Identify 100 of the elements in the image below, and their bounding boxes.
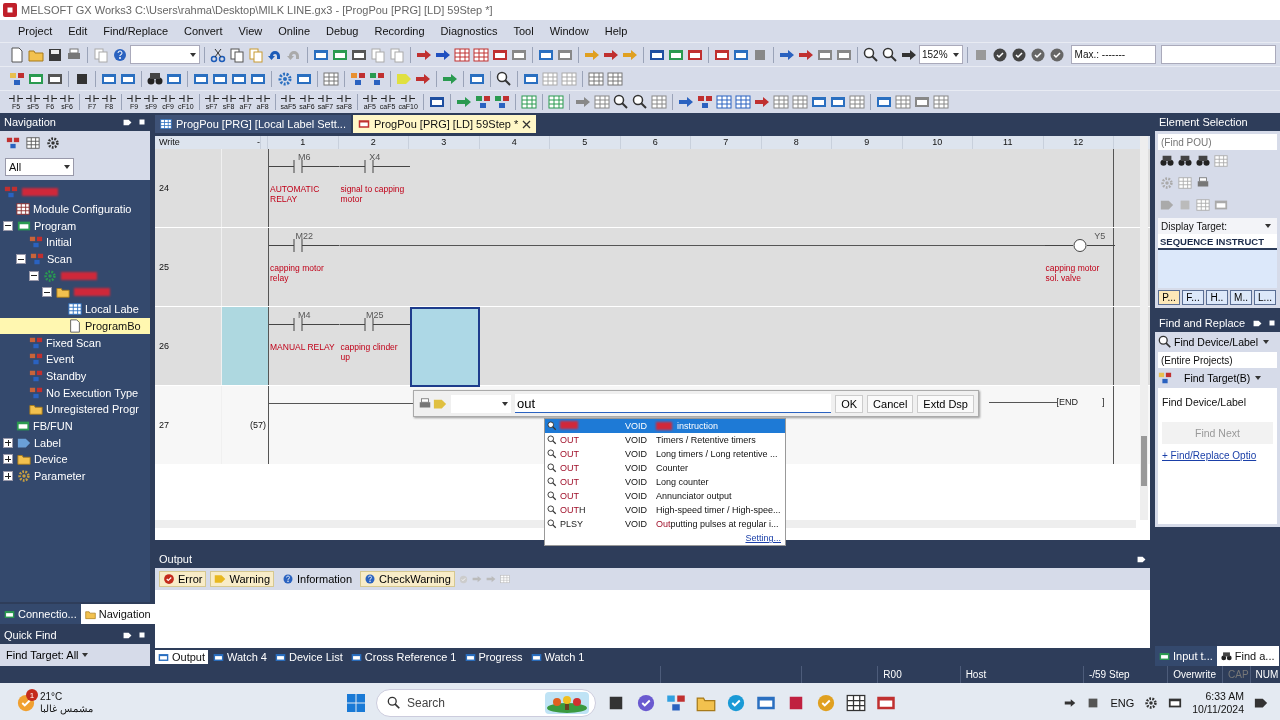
language-indicator[interactable]: ENG	[1110, 697, 1135, 709]
output-tab[interactable]: Output	[155, 650, 209, 664]
settings-link[interactable]: Setting...	[745, 533, 781, 543]
tree-item[interactable]: No Execution Type	[0, 384, 150, 401]
options-link[interactable]: + Find/Replace Optio	[1162, 450, 1273, 461]
tree-item[interactable]: Standby	[0, 367, 150, 385]
temperature: 21°C	[40, 691, 64, 703]
suggestion-item[interactable]: OUTH VOID High-speed timer / High-spee...	[545, 503, 785, 517]
menu-item[interactable]: Project	[10, 25, 61, 37]
device-comment: capping motor relay	[270, 263, 325, 283]
suggestion-item[interactable]: OUT VOID Counter	[545, 461, 785, 475]
editor-tab[interactable]: ProgPou [PRG] [LD] 59Step *	[353, 115, 537, 133]
device-comment: capping motor sol. valve	[1045, 263, 1101, 283]
suggestion-item[interactable]: OUT VOID Timers / Retentive timers	[545, 433, 785, 447]
menu-item[interactable]: Debug	[318, 25, 367, 37]
tree-item[interactable]: Fixed Scan	[0, 334, 150, 351]
category-tab[interactable]: P...	[1158, 290, 1180, 305]
dialog-button[interactable]: Cancel	[867, 394, 914, 413]
category-tab[interactable]: L...	[1254, 290, 1276, 305]
display-target-dropdown[interactable]: Display Target:	[1158, 218, 1277, 234]
status-text: R00	[883, 669, 902, 680]
tree-item[interactable]: Device	[0, 451, 150, 468]
output-tab[interactable]: Device List	[272, 650, 346, 664]
menu-item[interactable]: Edit	[60, 25, 96, 37]
row-number: 26	[159, 341, 169, 351]
zoom-dropdown[interactable]: 152%	[919, 45, 963, 64]
tree-item[interactable]: Label	[0, 434, 150, 451]
status-text: Host	[965, 669, 987, 680]
tree-item[interactable]: Initial	[0, 234, 150, 251]
scope-field[interactable]: (Entire Projects)	[1158, 352, 1277, 368]
status-text: Overwrite	[1173, 669, 1216, 680]
panel-tab[interactable]: Find a...	[1216, 646, 1279, 666]
menu-item[interactable]: Help	[596, 25, 636, 37]
search-field[interactable]: Search	[376, 689, 596, 717]
search-field[interactable]: (Find POU)	[1158, 134, 1277, 150]
clock[interactable]: 6:33 AM 10/11/2024	[1192, 690, 1244, 716]
filter-button[interactable]: Error	[159, 571, 207, 587]
menu-item[interactable]: View	[230, 25, 271, 37]
panel-title: Quick Find	[4, 629, 57, 641]
find-mode-dropdown[interactable]: Find Device/Label	[1158, 335, 1277, 349]
menu-item[interactable]: Find/Replace	[95, 25, 177, 37]
filter-button[interactable]: CheckWarning	[360, 571, 455, 587]
panel-tab[interactable]: Input t...	[1155, 646, 1217, 666]
output-tab[interactable]: Progress	[461, 650, 526, 664]
suggestion-item[interactable]: VOID instruction	[545, 419, 785, 433]
list-header: SEQUENCE INSTRUCT	[1158, 234, 1277, 250]
menu-item[interactable]: Convert	[176, 25, 231, 37]
filter-button[interactable]: Information	[278, 571, 357, 587]
tree-item[interactable]: Event	[0, 350, 150, 368]
panel-tab[interactable]: Navigation	[80, 604, 155, 624]
suggestion-item[interactable]: OUT VOID Long timers / Long retentive ...	[545, 447, 785, 461]
category-tab[interactable]: H..	[1206, 290, 1228, 305]
dialog-button[interactable]: Extd Dsp	[917, 394, 974, 413]
tree-item[interactable]: Program	[0, 217, 150, 235]
menu-item[interactable]: Window	[541, 25, 597, 37]
notification-badge: 1	[26, 689, 38, 701]
tree-item[interactable]: Scan	[0, 250, 150, 268]
status-text: NUM	[1255, 669, 1279, 680]
device-comment: capping clinder up	[340, 342, 399, 362]
device-comment: signal to capping motor	[340, 184, 406, 204]
tree-item[interactable]: Unregistered Progr	[0, 400, 150, 418]
editor-tab[interactable]: ProgPou [PRG] [Local Label Sett...	[155, 115, 351, 133]
tree-item[interactable]: FB/FUN	[0, 417, 150, 435]
menu-item[interactable]: Recording	[366, 25, 433, 37]
find-target-dropdown[interactable]: Find Target(B)	[1158, 371, 1277, 385]
category-tab[interactable]: F...	[1182, 290, 1204, 305]
max-field[interactable]: Max.: -------	[1070, 45, 1156, 64]
output-tab[interactable]: Watch 4	[210, 650, 270, 664]
status-text: -/59 Step	[1088, 669, 1130, 680]
panel-title: Output	[159, 553, 193, 565]
panel-title: Element Selection	[1159, 116, 1248, 128]
panel-title: Find and Replace	[1159, 317, 1246, 329]
instruction-field[interactable]: out	[515, 394, 832, 413]
suggestion-item[interactable]: OUT VOID Annunciator output	[545, 489, 785, 503]
status-text: CAP	[1228, 669, 1249, 680]
device-label: M4	[297, 310, 312, 320]
tree-item[interactable]: Module Configuratio	[0, 200, 150, 218]
window-title: MELSOFT GX Works3 C:\Users\rahma\Desktop\MILK LINE.gx3 - [ProgPou [PRG] [LD] 59Step *]	[21, 4, 493, 16]
dialog-button[interactable]: OK	[835, 394, 864, 413]
output-tab[interactable]: Watch 1	[527, 650, 588, 664]
menu-item[interactable]: Online	[270, 25, 319, 37]
tree-item[interactable]: Parameter	[0, 467, 150, 485]
row-number: 24	[159, 183, 169, 193]
device-label: Y5	[1093, 231, 1107, 241]
menu-item[interactable]: Diagnostics	[432, 25, 506, 37]
section-heading: Find Device/Label	[1162, 396, 1248, 408]
suggestion-item[interactable]: PLSY VOID Outputting pulses at regular i...	[545, 517, 785, 531]
panel-tab[interactable]: Connectio...	[0, 604, 81, 624]
output-tab[interactable]: Cross Reference 1	[347, 650, 460, 664]
suggestion-item[interactable]: OUT VOID Long counter	[545, 475, 785, 489]
filter-button[interactable]: Warning	[210, 571, 274, 587]
device-comment: MANUAL RELAY	[270, 342, 336, 352]
row-number: 25	[159, 262, 169, 272]
menu-item[interactable]: Tool	[505, 25, 542, 37]
tree-item[interactable]: Local Labe	[0, 300, 150, 318]
category-tab[interactable]: M..	[1230, 290, 1252, 305]
filter-dropdown[interactable]: All	[5, 158, 74, 176]
end-bracket: ]	[1102, 397, 1105, 407]
device-label: M22	[294, 231, 314, 241]
tree-item[interactable]: ProgramBo	[0, 317, 150, 335]
